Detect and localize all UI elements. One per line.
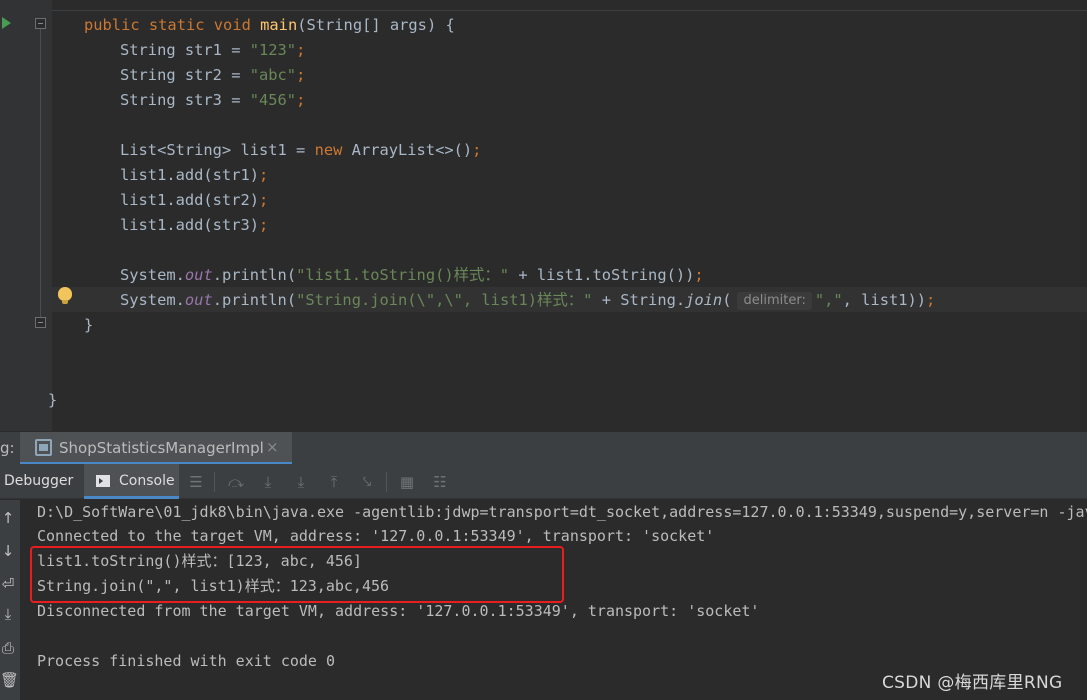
tab-debugger[interactable]: Debugger — [4, 464, 80, 499]
semicolon: ; — [259, 191, 269, 209]
print-icon[interactable]: ⎙ — [0, 638, 16, 658]
code-text: list1.add(str2) — [120, 191, 259, 209]
editor-top-divider — [52, 10, 1087, 11]
console-output[interactable]: D:\D_SoftWare\01_jdk8\bin\java.exe -agen… — [20, 500, 1087, 700]
keyword: public — [84, 16, 140, 34]
run-to-cursor-icon[interactable]: ⤥ — [357, 472, 377, 492]
tab-console-label: Console — [119, 473, 175, 489]
code-text: (String[] args) { — [297, 16, 455, 34]
static-field: out — [184, 291, 213, 309]
code-text: list1.add(str3) — [120, 216, 259, 234]
code-line-main-signature: public static void main(String[] args) { — [84, 14, 455, 36]
string-literal: "123" — [249, 41, 297, 59]
code-text: List<String> list1 = — [120, 141, 315, 159]
editor-gutter — [0, 0, 52, 431]
intention-bulb-icon[interactable] — [58, 287, 72, 304]
clear-all-icon[interactable]: 🗑 — [0, 670, 19, 690]
scroll-down-icon[interactable]: ↓ — [0, 541, 16, 561]
code-text: } — [48, 391, 58, 409]
code-text: .println( — [212, 266, 297, 284]
code-text: + String. — [592, 291, 686, 309]
debug-tool-window-header: g: ShopStatisticsManagerImpl × — [0, 431, 1087, 465]
menu-icon[interactable]: ☰ — [186, 472, 206, 492]
code-editor[interactable]: public static void main(String[] args) {… — [0, 0, 1087, 431]
code-text: ArrayList<>() — [342, 141, 473, 159]
keyword: static — [148, 16, 205, 34]
code-line-str1: String str1 = "123"; — [120, 39, 305, 61]
semicolon: ; — [694, 266, 704, 284]
console-icon — [96, 475, 110, 487]
evaluate-expression-icon[interactable]: ▦ — [397, 472, 417, 492]
console-side-toolbar: ↑ ↓ ⏎ ⤓ ⎙ 🗑 — [0, 500, 20, 700]
semicolon: ; — [259, 216, 269, 234]
run-gutter-icon[interactable] — [2, 17, 11, 29]
code-line-add1: list1.add(str1); — [120, 164, 268, 186]
csdn-watermark: CSDN @梅西库里RNG — [882, 673, 1063, 693]
code-line-list-decl: List<String> list1 = new ArrayList<>(); — [120, 139, 481, 161]
code-text: String str3 = — [120, 91, 250, 109]
code-line-print-join: System.out.println("String.join(\",\", l… — [120, 289, 935, 311]
code-text: .println( — [212, 291, 297, 309]
soft-wrap-icon[interactable]: ⏎ — [0, 574, 16, 594]
fold-open-icon[interactable] — [35, 18, 46, 29]
code-text: String str1 = — [120, 41, 250, 59]
console-line: D:\D_SoftWare\01_jdk8\bin\java.exe -agen… — [37, 503, 1087, 521]
semicolon: ; — [296, 66, 306, 84]
static-field: out — [184, 266, 213, 284]
keyword: new — [314, 141, 343, 159]
code-line-str2: String str2 = "abc"; — [120, 64, 305, 86]
method-name: main — [260, 16, 298, 34]
code-text: String str2 = — [120, 66, 250, 84]
toolbar-divider — [386, 472, 387, 492]
code-line-add3: list1.add(str3); — [120, 214, 268, 236]
code-line-add2: list1.add(str2); — [120, 189, 268, 211]
show-execution-point-icon[interactable]: ⤼ — [226, 472, 246, 492]
string-literal: "list1.toString()样式：" — [296, 266, 510, 284]
code-line-method-close: } — [84, 314, 93, 336]
code-line-str3: String str3 = "456"; — [120, 89, 305, 111]
string-literal: "abc" — [249, 66, 297, 84]
code-text: , list1)) — [842, 291, 927, 309]
semicolon: ; — [296, 41, 306, 59]
fold-close-icon[interactable] — [35, 317, 46, 328]
code-text: list1.add(str1) — [120, 166, 259, 184]
code-text: ( — [722, 291, 732, 309]
code-line-class-close: } — [48, 389, 57, 411]
step-out-icon[interactable]: ⤒ — [324, 472, 344, 492]
static-method-name: join — [685, 291, 723, 309]
application-icon — [35, 439, 52, 456]
code-line-print-tostring: System.out.println("list1.toString()样式："… — [120, 264, 704, 286]
debug-session-tab[interactable]: ShopStatisticsManagerImpl × — [20, 432, 292, 465]
parameter-hint: delimiter: — [737, 292, 812, 310]
semicolon: ; — [259, 166, 269, 184]
step-over-icon[interactable]: ⤓ — [258, 472, 278, 492]
step-into-icon[interactable]: ⤓ — [291, 472, 311, 492]
tab-console[interactable]: Console — [84, 464, 179, 499]
close-icon[interactable]: × — [266, 438, 279, 456]
string-literal: "456" — [249, 91, 297, 109]
code-text: System. — [120, 291, 185, 309]
keyword: void — [213, 16, 251, 34]
string-literal: "," — [814, 291, 843, 309]
toolbar-divider — [214, 472, 215, 492]
semicolon: ; — [926, 291, 936, 309]
output-highlight-box — [30, 546, 564, 603]
trace-settings-icon[interactable]: ☷ — [430, 472, 450, 492]
fold-guide — [40, 28, 41, 326]
session-tab-label: ShopStatisticsManagerImpl — [59, 439, 264, 457]
scroll-to-end-icon[interactable]: ⤓ — [0, 604, 16, 624]
code-text: + list1.toString()) — [509, 266, 695, 284]
semicolon: ; — [296, 91, 306, 109]
console-line: Process finished with exit code 0 — [37, 652, 336, 670]
semicolon: ; — [472, 141, 482, 159]
string-literal: "String.join(\",\", list1)样式：" — [296, 291, 593, 309]
tab-debugger-label: Debugger — [4, 473, 74, 489]
code-text: System. — [120, 266, 185, 284]
tool-window-label: g: — [0, 439, 15, 457]
scroll-up-icon[interactable]: ↑ — [0, 508, 16, 528]
debug-toolbar: Debugger Console ☰ ⤼ ⤓ ⤓ ⤒ ⤥ ▦ ☷ — [0, 464, 1087, 499]
code-text: } — [84, 316, 94, 334]
